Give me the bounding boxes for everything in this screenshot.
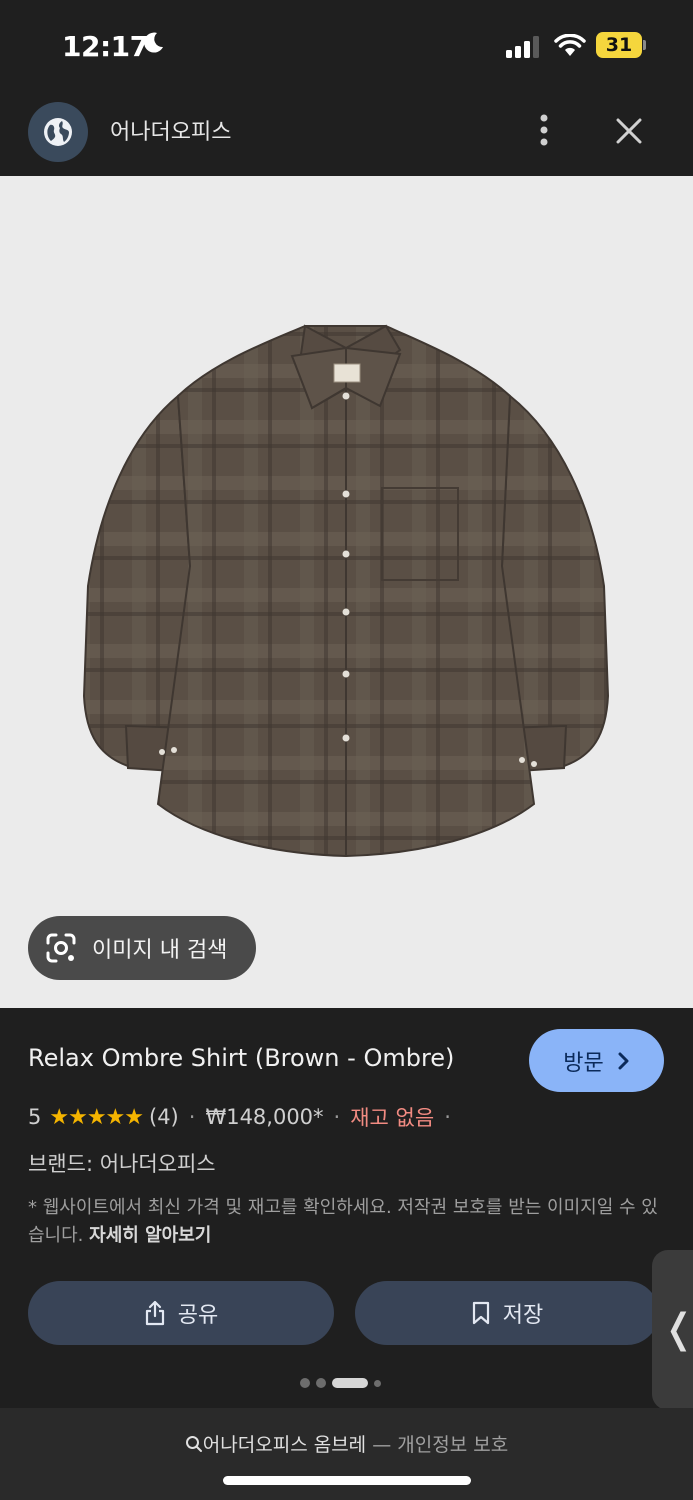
- more-options-icon[interactable]: [530, 112, 558, 148]
- chevron-left-icon: ❬: [662, 1306, 693, 1352]
- close-icon[interactable]: [612, 114, 646, 148]
- pager-dot[interactable]: [374, 1379, 381, 1387]
- stock-status: 재고 없음: [350, 1106, 435, 1130]
- signal-icon: [506, 36, 539, 58]
- clock: 12:17: [62, 30, 149, 63]
- privacy-link[interactable]: 개인정보 보호: [397, 1434, 508, 1456]
- bookmark-icon: [472, 1301, 489, 1325]
- product-title[interactable]: Relax Ombre Shirt (Brown - Ombre): [28, 1044, 454, 1072]
- search-in-image-button[interactable]: 이미지 내 검색: [28, 916, 256, 980]
- status-bar: 12:17 31: [0, 0, 693, 92]
- product-meta-row: 5 ★★★★★ (4) · ₩148,000* · 재고 없음 ·: [28, 1102, 461, 1132]
- save-button[interactable]: 저장: [355, 1281, 659, 1345]
- brand-line: 브랜드: 어나더오피스: [28, 1152, 216, 1176]
- disclaimer-text: * 웹사이트에서 최신 가격 및 재고를 확인하세요. 저작권 보호를 받는 이…: [28, 1194, 658, 1250]
- product-info-panel: Relax Ombre Shirt (Brown - Ombre) 방문 5 ★…: [0, 1008, 693, 1408]
- visit-label: 방문: [563, 1050, 604, 1076]
- battery-nub: [643, 40, 646, 50]
- product-image-area[interactable]: 이미지 내 검색: [0, 176, 693, 1008]
- separator-dot: ·: [333, 1105, 341, 1129]
- star-rating-icon: ★★★★★: [49, 1104, 144, 1130]
- battery-level: 31: [605, 34, 633, 56]
- share-label: 공유: [177, 1303, 219, 1328]
- pager-dot[interactable]: [300, 1378, 310, 1388]
- review-count: (4): [149, 1105, 179, 1129]
- rating-value: 5: [28, 1105, 42, 1129]
- lens-topbar: 어나더오피스: [0, 92, 693, 176]
- visit-button[interactable]: 방문: [529, 1029, 664, 1092]
- site-name[interactable]: 어나더오피스: [110, 114, 231, 146]
- search-query: 어나더오피스 옴브레: [202, 1434, 367, 1456]
- wifi-icon: [554, 34, 586, 56]
- price: ₩148,000*: [205, 1105, 324, 1129]
- side-panel-handle[interactable]: ❬: [652, 1250, 693, 1410]
- search-query-row[interactable]: 어나더오피스 옴브레 — 개인정보 보호: [0, 1430, 693, 1457]
- chevron-right-icon: [618, 1052, 629, 1069]
- home-indicator[interactable]: [223, 1476, 471, 1485]
- google-lens-icon: [46, 933, 76, 963]
- pager-dot[interactable]: [316, 1378, 326, 1388]
- learn-more-link[interactable]: 자세히 알아보기: [89, 1225, 211, 1246]
- product-shirt-image: [82, 324, 610, 858]
- battery-icon: 31: [596, 32, 642, 58]
- bottom-search-bar[interactable]: 어나더오피스 옴브레 — 개인정보 보호: [0, 1408, 693, 1500]
- moon-icon: [144, 32, 163, 53]
- carousel-pager: [300, 1378, 387, 1388]
- share-button[interactable]: 공유: [28, 1281, 334, 1345]
- site-favicon[interactable]: [28, 102, 88, 162]
- globe-icon: [44, 118, 72, 146]
- search-icon: [185, 1436, 202, 1452]
- separator-dot: ·: [188, 1105, 196, 1129]
- share-icon: [145, 1300, 164, 1326]
- search-in-image-label: 이미지 내 검색: [92, 938, 228, 963]
- pager-dot-active[interactable]: [332, 1378, 368, 1388]
- save-label: 저장: [502, 1303, 544, 1328]
- query-separator: —: [366, 1434, 398, 1456]
- separator-dot: ·: [444, 1105, 451, 1129]
